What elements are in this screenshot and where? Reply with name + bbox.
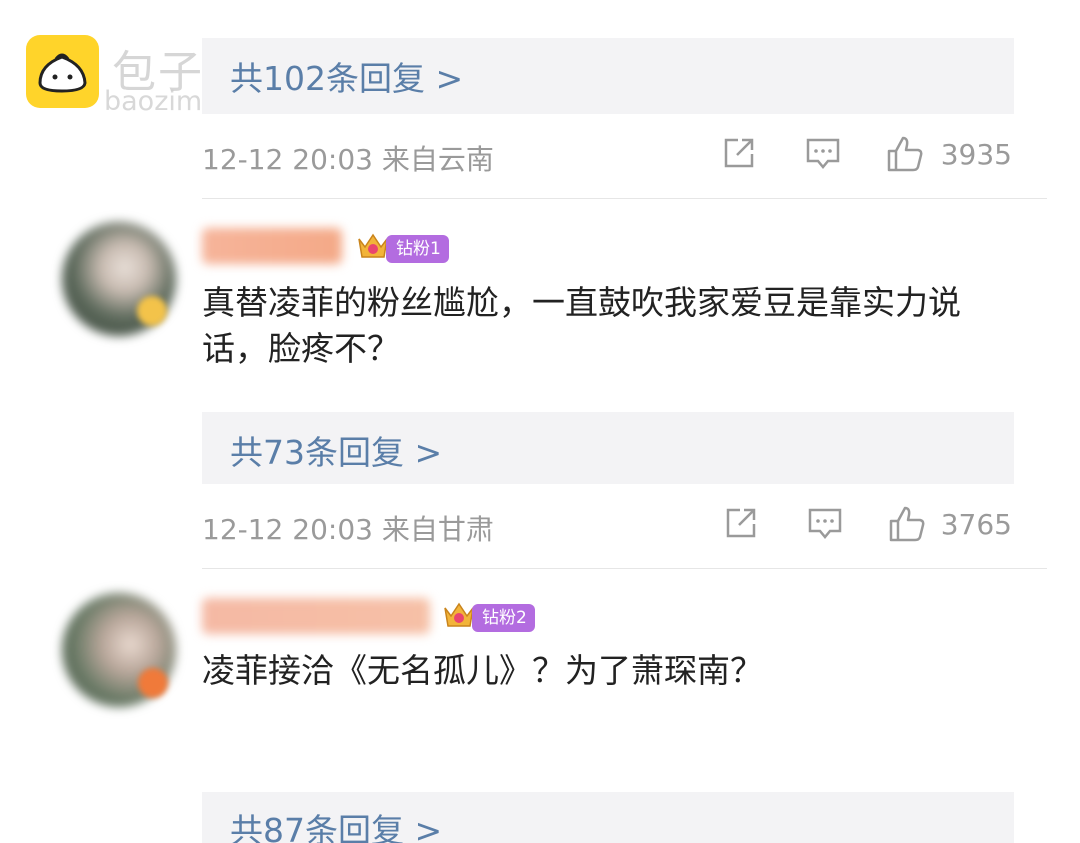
divider (202, 568, 1047, 569)
comment-time: 12-12 20:03 来自云南 (202, 143, 494, 176)
comment-time: 12-12 20:03 来自甘肃 (202, 513, 494, 546)
replies-label: 共102条回复 > (230, 59, 464, 98)
comment-icon[interactable] (804, 134, 842, 176)
divider (202, 198, 1047, 199)
fan-badge-label: 钻粉1 (386, 235, 449, 263)
like-icon[interactable] (885, 134, 925, 178)
username[interactable] (202, 598, 430, 634)
comment-text: 真替凌菲的粉丝尴尬，一直鼓吹我家爱豆是靠实力说话，脸疼不？ (202, 283, 961, 368)
replies-label: 共87条回复 > (230, 811, 443, 843)
username[interactable] (202, 228, 342, 264)
fan-badge: 钻粉2 (442, 600, 535, 632)
comment-meta: 12-12 20:03 来自云南 3935 (202, 132, 1014, 182)
fan-badge: 钻粉1 (356, 231, 449, 263)
crown-icon (444, 602, 474, 627)
bun-icon (38, 53, 87, 93)
verified-badge (138, 668, 168, 698)
replies-link[interactable]: 共73条回复 > (202, 412, 1014, 484)
replies-link[interactable]: 共102条回复 > (202, 38, 1014, 114)
watermark-logo (26, 35, 99, 108)
verified-badge (137, 296, 167, 326)
like-icon[interactable] (887, 504, 927, 548)
comment-meta: 12-12 20:03 来自甘肃 3765 (202, 502, 1014, 552)
share-icon[interactable] (720, 134, 758, 176)
like-count: 3765 (940, 508, 1012, 541)
like-count: 3935 (940, 138, 1012, 171)
comment-text: 凌菲接洽《无名孤儿》？为了萧琛南？ (202, 651, 763, 690)
crown-icon (358, 233, 388, 258)
comment-icon[interactable] (806, 504, 844, 546)
fan-badge-label: 钻粉2 (472, 604, 535, 632)
replies-link[interactable]: 共87条回复 > (202, 792, 1014, 843)
replies-label: 共73条回复 > (230, 433, 443, 472)
share-icon[interactable] (722, 504, 760, 546)
